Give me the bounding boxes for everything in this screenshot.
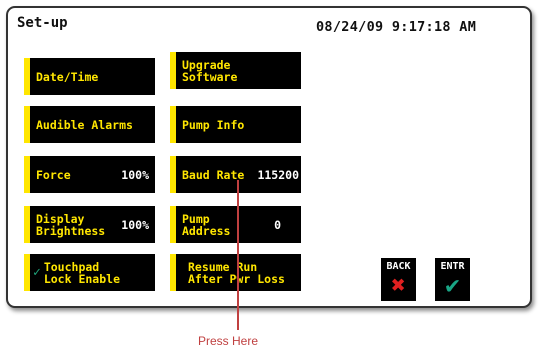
resume-run-button[interactable]: Resume Run After Pwr Loss bbox=[170, 254, 301, 291]
display-brightness-button[interactable]: Display Brightness 100% bbox=[24, 206, 155, 243]
display-brightness-label: Display Brightness bbox=[36, 211, 106, 238]
baud-rate-button[interactable]: Baud Rate 115200 bbox=[170, 156, 301, 193]
back-button[interactable]: BACK ✖ bbox=[381, 258, 416, 301]
pointer-line bbox=[237, 180, 239, 330]
force-label: Force bbox=[36, 167, 71, 182]
upgrade-software-label: Upgrade Software bbox=[182, 57, 238, 84]
display-brightness-value: 100% bbox=[121, 217, 149, 232]
press-here-caption: Press Here bbox=[198, 334, 259, 348]
datetime-readout: 08/24/09 9:17:18 AM bbox=[316, 19, 477, 35]
force-value: 100% bbox=[121, 167, 149, 182]
audible-alarms-button[interactable]: Audible Alarms bbox=[24, 106, 155, 143]
pump-address-button[interactable]: Pump Address 0 bbox=[170, 206, 301, 243]
force-button[interactable]: Force 100% bbox=[24, 156, 155, 193]
pump-address-value: 0 bbox=[274, 217, 281, 232]
pump-address-label: Pump Address bbox=[182, 211, 231, 238]
pump-info-button[interactable]: Pump Info bbox=[170, 106, 301, 143]
page-title: Set-up bbox=[17, 15, 68, 31]
pump-info-label: Pump Info bbox=[182, 117, 245, 132]
baud-rate-label: Baud Rate bbox=[182, 167, 245, 182]
setup-screen: Set-up 08/24/09 9:17:18 AM Date/Time Upg… bbox=[6, 6, 532, 308]
entr-button[interactable]: ENTR ✔ bbox=[435, 258, 470, 301]
upgrade-software-button[interactable]: Upgrade Software bbox=[170, 52, 301, 89]
x-icon: ✖ bbox=[391, 271, 406, 299]
baud-rate-value: 115200 bbox=[257, 167, 299, 182]
audible-alarms-label: Audible Alarms bbox=[36, 117, 133, 132]
date-time-label: Date/Time bbox=[36, 69, 99, 84]
resume-run-label: Resume Run After Pwr Loss bbox=[188, 259, 285, 286]
checkmark-icon: ✓ bbox=[33, 264, 41, 280]
touchpad-lock-label: Touchpad Lock Enable bbox=[43, 259, 120, 286]
touchpad-lock-button[interactable]: ✓ Touchpad Lock Enable bbox=[24, 254, 155, 291]
checkmark-icon: ✔ bbox=[445, 271, 460, 299]
date-time-button[interactable]: Date/Time bbox=[24, 58, 155, 95]
